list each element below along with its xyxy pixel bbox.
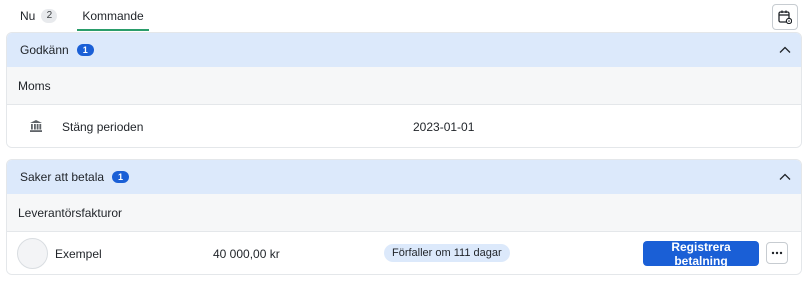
chevron-up-icon[interactable] bbox=[779, 172, 791, 182]
supplier-invoices-group-label: Leverantörsfakturor bbox=[7, 194, 801, 232]
chevron-up-icon[interactable] bbox=[779, 45, 791, 55]
supplier-name: Exempel bbox=[55, 246, 102, 261]
pay-section: Saker att betala 1 Leverantörsfakturor E… bbox=[6, 159, 802, 275]
pay-section-title: Saker att betala bbox=[20, 170, 105, 184]
register-payment-button[interactable]: Registrera betalning bbox=[643, 240, 759, 268]
tab-bar: Nu 2 Kommande bbox=[0, 0, 810, 32]
more-options-button[interactable] bbox=[766, 242, 788, 264]
approve-section-title: Godkänn bbox=[20, 43, 69, 57]
close-period-row[interactable]: Stäng perioden 2023-01-01 bbox=[7, 105, 801, 147]
vat-group-label: Moms bbox=[7, 67, 801, 105]
tab-now[interactable]: Nu 2 bbox=[20, 0, 58, 32]
tab-upcoming[interactable]: Kommande bbox=[77, 0, 149, 32]
invoice-row[interactable]: Exempel 40 000,00 kr Förfaller om 111 da… bbox=[7, 232, 801, 274]
tab-now-label: Nu bbox=[20, 9, 36, 23]
close-period-label: Stäng perioden bbox=[62, 119, 144, 134]
tab-now-count-badge: 2 bbox=[41, 9, 58, 23]
calendar-settings-icon bbox=[778, 10, 792, 24]
more-horizontal-icon bbox=[771, 251, 783, 255]
bank-icon bbox=[30, 120, 42, 132]
invoice-amount: 40 000,00 kr bbox=[213, 246, 280, 261]
close-period-date: 2023-01-01 bbox=[413, 119, 475, 134]
pay-section-header[interactable]: Saker att betala 1 bbox=[7, 160, 801, 194]
calendar-settings-button[interactable] bbox=[772, 4, 798, 30]
approve-section-header[interactable]: Godkänn 1 bbox=[7, 33, 801, 67]
active-tab-indicator bbox=[77, 29, 149, 31]
due-status-badge: Förfaller om 111 dagar bbox=[384, 244, 510, 262]
approve-count-badge: 1 bbox=[76, 44, 94, 56]
approve-section: Godkänn 1 Moms Stäng perioden 2023-01-01 bbox=[6, 32, 802, 148]
tab-upcoming-label: Kommande bbox=[82, 9, 144, 23]
pay-count-badge: 1 bbox=[112, 171, 130, 183]
avatar bbox=[17, 238, 48, 269]
